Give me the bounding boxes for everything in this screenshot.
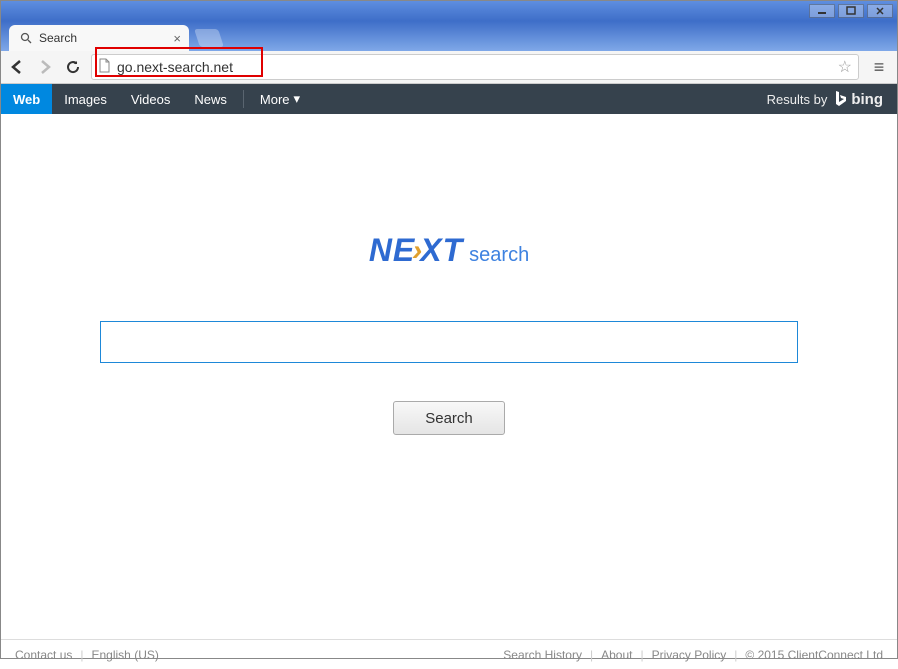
tab-title: Search xyxy=(39,31,77,45)
category-nav: Web Images Videos News More ▾ Results by… xyxy=(1,84,897,114)
forward-button[interactable] xyxy=(35,57,55,77)
reload-button[interactable] xyxy=(63,57,83,77)
footer-separator: | xyxy=(640,648,643,662)
window-close-button[interactable] xyxy=(867,4,893,18)
footer-separator: | xyxy=(590,648,593,662)
brand-search-text: search xyxy=(469,244,529,267)
nav-videos[interactable]: Videos xyxy=(119,84,183,114)
brand-logo: NE›XT search xyxy=(369,232,529,269)
nav-web[interactable]: Web xyxy=(1,84,52,114)
window-maximize-button[interactable] xyxy=(838,4,864,18)
url-text: go.next-search.net xyxy=(117,59,832,75)
window-titlebar xyxy=(1,1,897,21)
search-input[interactable] xyxy=(100,321,798,363)
footer-copyright: © 2015 ClientConnect Ltd xyxy=(745,648,883,662)
footer-contact-link[interactable]: Contact us xyxy=(15,648,72,662)
browser-menu-button[interactable]: ≡ xyxy=(867,55,891,79)
nav-news[interactable]: News xyxy=(182,84,239,114)
results-by-label: Results by bing xyxy=(767,84,897,114)
page-icon xyxy=(98,58,111,76)
back-button[interactable] xyxy=(7,57,27,77)
footer-privacy-link[interactable]: Privacy Policy xyxy=(652,648,727,662)
tab-close-button[interactable]: × xyxy=(173,31,181,46)
footer-history-link[interactable]: Search History xyxy=(503,648,582,662)
chevron-down-icon: ▾ xyxy=(294,91,301,107)
nav-separator xyxy=(243,90,244,108)
window-minimize-button[interactable] xyxy=(809,4,835,18)
main-content: NE›XT search Search xyxy=(1,114,897,639)
footer: Contact us | English (US) Search History… xyxy=(1,639,897,669)
search-icon xyxy=(19,31,33,45)
search-button[interactable]: Search xyxy=(393,401,505,435)
browser-toolbar: go.next-search.net ☆ ≡ xyxy=(1,51,897,84)
address-bar[interactable]: go.next-search.net ☆ xyxy=(91,54,859,80)
browser-tabstrip: Search × xyxy=(1,21,897,51)
nav-more[interactable]: More ▾ xyxy=(248,84,312,114)
footer-separator: | xyxy=(734,648,737,662)
brand-next-text: NE›XT xyxy=(369,232,463,269)
footer-about-link[interactable]: About xyxy=(601,648,632,662)
bing-logo: bing xyxy=(833,90,883,108)
browser-tab[interactable]: Search × xyxy=(9,25,189,51)
footer-language-link[interactable]: English (US) xyxy=(92,648,159,662)
bookmark-star-icon[interactable]: ☆ xyxy=(838,57,852,77)
footer-separator: | xyxy=(80,648,83,662)
nav-images[interactable]: Images xyxy=(52,84,119,114)
new-tab-button[interactable] xyxy=(194,29,224,47)
